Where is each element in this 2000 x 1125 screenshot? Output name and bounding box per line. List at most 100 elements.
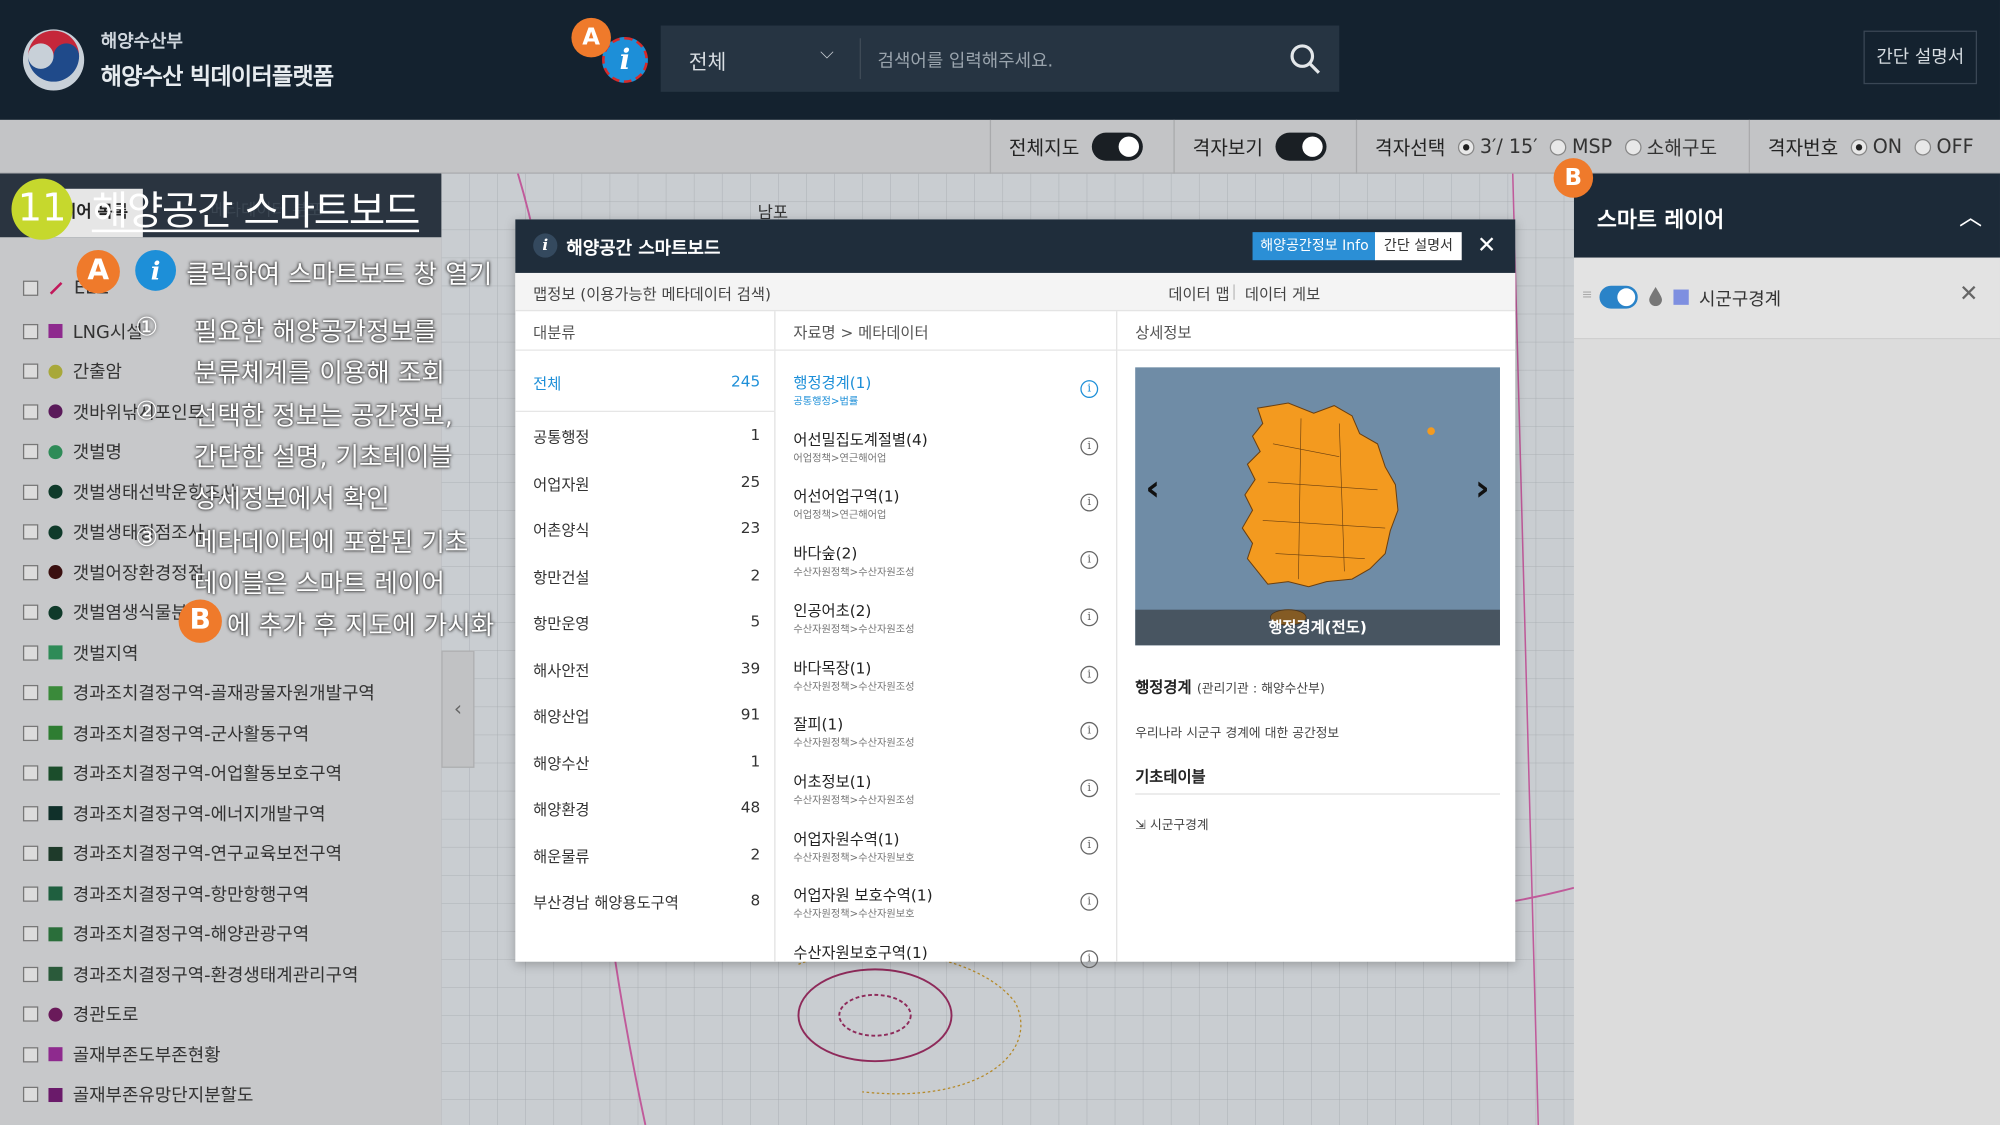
opacity-drop-icon[interactable] [1648, 286, 1663, 307]
layer-checkbox[interactable] [22, 1086, 39, 1103]
platform-title[interactable]: 해양수산 빅데이터플랫폼 [101, 59, 334, 92]
layer-checkbox[interactable] [22, 885, 39, 902]
layer-checkbox[interactable] [22, 926, 39, 942]
category-item[interactable]: 해사안전 39 [533, 659, 760, 681]
metadata-item[interactable]: 어선밀집도계절별(4) 어업정책>연근해어업 i [793, 428, 1112, 465]
ocean-info-button[interactable]: 해양공간정보 Info [1252, 232, 1377, 261]
layer-checkbox[interactable] [22, 280, 39, 296]
full-map-toggle[interactable] [1092, 132, 1144, 161]
metadata-item[interactable]: 인공어초(2) 수산자원정책>수산자원조성 i [793, 599, 1112, 636]
category-item[interactable]: 해양산업 91 [533, 705, 760, 727]
smart-layer-visibility-toggle[interactable] [1599, 285, 1638, 309]
drag-handle-icon[interactable]: ≡ [1582, 288, 1593, 302]
layer-list-item[interactable]: 경과조치결정구역-연구교육보전구역 [22, 841, 342, 867]
info-icon[interactable]: i [1080, 779, 1099, 798]
layer-checkbox[interactable] [22, 684, 39, 701]
info-icon[interactable]: i [1080, 665, 1099, 684]
metadata-item[interactable]: 어초정보(1) 수산자원정책>수산자원조성 i [793, 770, 1112, 807]
grid-option-msp[interactable]: MSP [1550, 135, 1612, 158]
metadata-item[interactable]: 어업자원수역(1) 수산자원정책>수산자원보호 i [793, 827, 1112, 864]
layer-checkbox[interactable] [22, 363, 39, 379]
layer-checkbox[interactable] [22, 725, 39, 741]
layer-checkbox[interactable] [22, 845, 39, 861]
grid-option-3-15[interactable]: 3′/ 15′ [1458, 135, 1538, 158]
layer-color-swatch[interactable] [1673, 289, 1689, 305]
chevron-right-icon[interactable]: › [1475, 467, 1490, 509]
base-table-item[interactable]: ⇲ 시군구경계 [1135, 814, 1208, 833]
metadata-item[interactable]: 잘피(1) 수산자원정책>수산자원조성 i [793, 713, 1112, 750]
layer-checkbox[interactable] [22, 805, 39, 821]
collapse-panel-button[interactable]: ‹ [441, 650, 475, 768]
grid-option-sohae[interactable]: 소해구도 [1624, 133, 1717, 160]
metadata-item[interactable]: 어선어업구역(1) 어업정책>연근해어업 i [793, 485, 1112, 522]
info-icon[interactable]: i [1080, 551, 1099, 569]
search-icon[interactable] [1288, 42, 1321, 75]
manual-button[interactable]: 간단 설명서 [1863, 30, 1978, 85]
category-item[interactable]: 항만운영 5 [533, 612, 760, 634]
layer-list-item[interactable]: 간출암 [22, 358, 122, 384]
layer-checkbox[interactable] [22, 323, 39, 339]
layer-list-item[interactable]: 경과조치결정구역-골재광물자원개발구역 [22, 680, 375, 706]
grid-number-on[interactable]: ON [1851, 135, 1902, 158]
search-input[interactable]: 검색어를 입력해주세요. [878, 47, 1054, 73]
layer-checkbox[interactable] [22, 604, 39, 620]
layer-list-item[interactable]: LNG시설 [22, 318, 143, 344]
layer-list-item[interactable]: 골재부존유망단지분할도 [22, 1082, 253, 1108]
layer-list-item[interactable]: 경과조치결정구역-에너지개발구역 [22, 800, 326, 826]
info-icon[interactable]: i [1080, 380, 1099, 398]
info-icon[interactable]: i [1080, 608, 1099, 627]
layer-checkbox[interactable] [22, 966, 39, 982]
layer-list-item[interactable]: 경과조치결정구역-어업활동보호구역 [22, 760, 342, 786]
grid-view-toggle[interactable] [1275, 132, 1327, 161]
category-item[interactable]: 항만건설 2 [533, 566, 760, 588]
chevron-down-icon[interactable]: ⌵ [820, 43, 834, 63]
category-item[interactable]: 해운물류 2 [533, 845, 760, 867]
layer-list-item[interactable]: 골재부존도부존현황 [22, 1041, 221, 1067]
layer-checkbox[interactable] [22, 484, 39, 500]
metadata-item[interactable]: 행정경계(1) 공통행정>법률 i [793, 371, 1112, 408]
layer-checkbox[interactable] [22, 1006, 39, 1022]
category-item[interactable]: 해양환경 48 [533, 798, 760, 820]
layer-checkbox[interactable] [22, 524, 39, 540]
layer-checkbox[interactable] [22, 403, 39, 420]
layer-list-item[interactable]: 갯벌염생식물분포 [22, 599, 204, 625]
smart-layer-header[interactable]: 스마트 레이어 ︿ [1573, 173, 2000, 258]
close-icon[interactable]: ✕ [1959, 281, 1978, 308]
data-map-link[interactable]: 데이터 맵 [1168, 283, 1229, 305]
metadata-item[interactable]: 어업자원 보호수역(1) 수산자원정책>수산자원보호 i [793, 884, 1112, 921]
layer-list-item[interactable]: 갯바위낚시포인트 [22, 399, 204, 425]
category-item[interactable]: 해양수산 1 [533, 752, 760, 774]
layer-list-item[interactable]: 갯벌지역 [22, 640, 138, 666]
layer-list-item[interactable]: 경과조치결정구역-해양관광구역 [22, 921, 309, 947]
layer-checkbox[interactable] [22, 564, 39, 580]
layer-list-item[interactable]: 갯벌생태정점조사 [22, 519, 204, 545]
chevron-up-icon[interactable]: ︿ [1959, 199, 1982, 232]
info-icon[interactable]: i [1080, 950, 1099, 969]
category-item[interactable]: 공통행정 1 [533, 426, 760, 448]
layer-checkbox[interactable] [22, 765, 39, 781]
metadata-item[interactable]: 바다목장(1) 수산자원정책>수산자원조성 i [793, 656, 1112, 693]
layer-checkbox[interactable] [22, 1046, 39, 1062]
category-item[interactable]: 어업자원 25 [533, 473, 760, 495]
category-item[interactable]: 어촌양식 23 [533, 519, 760, 541]
layer-list-item[interactable]: 경과조치결정구역-환경생태계관리구역 [22, 961, 358, 987]
close-icon[interactable]: ✕ [1477, 232, 1496, 259]
layer-list-item[interactable]: 경관도로 [22, 1001, 138, 1027]
data-notice-link[interactable]: 데이터 게보 [1245, 283, 1320, 305]
metadata-item[interactable]: 바다숲(2) 수산자원정책>수산자원조성 i [793, 542, 1112, 579]
category-item[interactable]: 부산경남 해양용도구역 8 [533, 892, 760, 914]
grid-number-off[interactable]: OFF [1914, 135, 1974, 158]
layer-checkbox[interactable] [22, 644, 39, 661]
modal-manual-button[interactable]: 간단 설명서 [1374, 232, 1462, 261]
info-icon[interactable]: i [1080, 836, 1099, 855]
layer-list-item[interactable]: 경과조치결정구역-군사활동구역 [22, 720, 309, 746]
layer-checkbox[interactable] [22, 443, 39, 460]
layer-list-item[interactable]: 경과조치결정구역-항만항행구역 [22, 881, 309, 907]
layer-list-item[interactable]: 갯벌어장환경정점 [22, 559, 204, 585]
layer-list-item[interactable]: 갯벌명 [22, 439, 122, 465]
chevron-left-icon[interactable]: ‹ [1145, 467, 1160, 509]
metadata-item[interactable]: 수산자원보호구역(1) i [793, 941, 1112, 969]
category-item[interactable]: 전체 245 [533, 372, 760, 394]
search-category-select[interactable]: 전체 [689, 45, 727, 76]
info-icon[interactable]: i [1080, 437, 1099, 455]
